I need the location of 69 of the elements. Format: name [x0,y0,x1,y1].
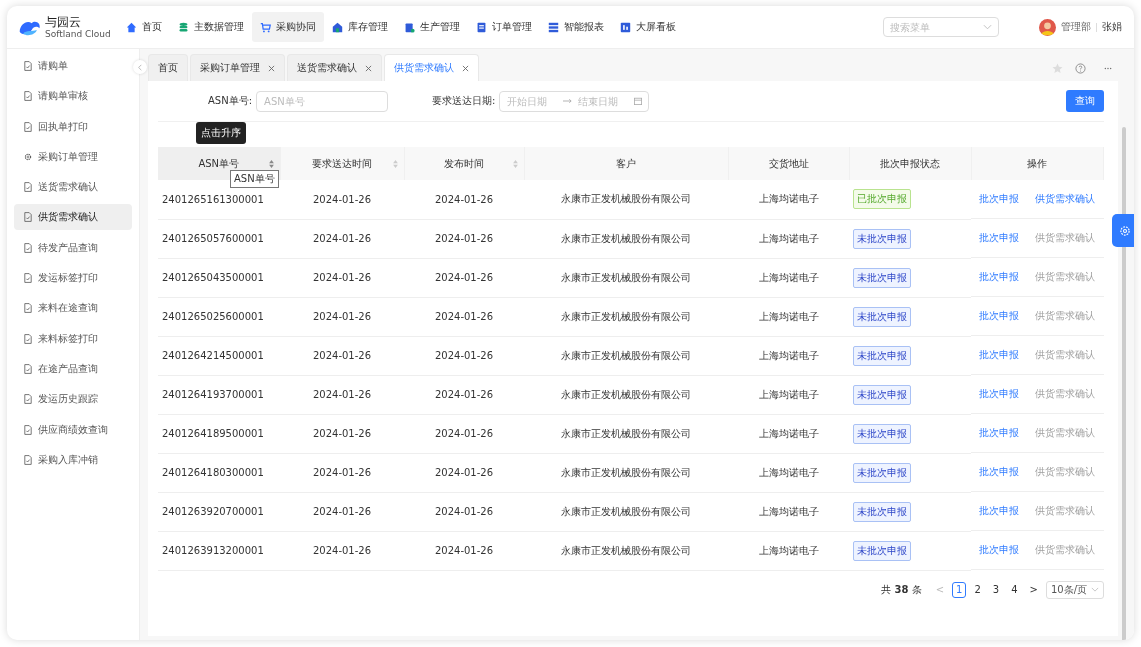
table-cell: 2401263913200001 [162,545,264,556]
table-cell: 2024-01-26 [434,193,494,205]
table-cell: 2024-01-26 [312,233,372,244]
field-label: ASN单号: [208,94,253,108]
table-cell: 2401263920700001 [162,506,264,517]
user-name: 张娟 [1102,20,1122,34]
table-cell: 2024-01-26 [434,272,494,283]
status-tag: 未批次申报 [853,384,911,405]
table-cell: 2024-01-26 [434,311,494,322]
table-cell: 2401265025600001 [162,311,264,322]
table-cell: 2024-01-26 [312,467,372,478]
table-cell: 上海均诺电子 [758,193,819,205]
table-cell: 2024-01-26 [312,545,372,556]
status-tag: 未批次申报 [853,345,911,366]
table-cell: 上海均诺电子 [758,427,819,439]
table-cell: 2024-01-26 [434,545,494,556]
tooltip: 点击升序 [196,122,246,144]
table-cell: 2024-01-26 [434,233,494,244]
table-cell: 2024-01-26 [434,428,494,439]
status-tag: 未批次申报 [853,306,911,327]
table-cell: 2401265161300001 [162,193,264,205]
logo-subtitle: Softland Cloud [45,28,111,39]
table-cell: 上海均诺电子 [758,271,819,283]
table-cell: 2024-01-26 [312,311,372,322]
table-cell: 永康市正发机械股份有限公司 [561,271,691,283]
table-cell: 永康市正发机械股份有限公司 [561,505,691,517]
table-cell: 上海均诺电子 [758,349,819,361]
status-tag: 未批次申报 [853,462,911,483]
table-cell: 2401264189500001 [162,428,264,439]
table-cell: 2024-01-26 [434,389,494,400]
table-cell: 上海均诺电子 [758,466,819,478]
table-cell: 2024-01-26 [312,193,372,205]
table-cell: 2024-01-26 [312,506,372,517]
table-cell: 上海均诺电子 [758,505,819,517]
tooltip: ASN单号 [230,170,279,188]
table-cell: 2024-01-26 [312,428,372,439]
table-cell: 上海均诺电子 [758,310,819,322]
total-count: 共 38 条 [881,582,922,597]
status-tag: 未批次申报 [853,540,911,561]
table-cell: 永康市正发机械股份有限公司 [561,310,691,322]
table-cell: 永康市正发机械股份有限公司 [561,466,691,478]
table-cell: 2401265057600001 [162,233,264,244]
status-tag: 未批次申报 [853,501,911,522]
table-cell: 永康市正发机械股份有限公司 [561,544,691,556]
table-cell: 2024-01-26 [312,350,372,361]
table-cell: 2401264180300001 [162,467,264,478]
table-cell: 2024-01-26 [434,467,494,478]
logo-name: 与园云 [45,15,82,29]
table-cell: 上海均诺电子 [758,388,819,400]
table-cell: 永康市正发机械股份有限公司 [561,427,691,439]
status-tag: 未批次申报 [853,423,911,444]
table-cell: 2024-01-26 [312,389,372,400]
table-cell: 2024-01-26 [312,272,372,283]
table-cell: 2024-01-26 [434,350,494,361]
table-cell: 2024-01-26 [434,506,494,517]
table-cell: 上海均诺电子 [758,544,819,556]
table-cell: 2401264214500001 [162,350,264,361]
table-cell: 永康市正发机械股份有限公司 [561,349,691,361]
field-label: 要求送达日期: [432,94,496,108]
status-tag: 未批次申报 [853,228,911,249]
table-cell: 2401265043500001 [162,272,264,283]
table-cell: 永康市正发机械股份有限公司 [561,388,691,400]
status-tag: 未批次申报 [853,267,911,288]
table-cell: 永康市正发机械股份有限公司 [561,232,691,244]
user-department: 管理部 [1061,20,1091,34]
table-cell: 上海均诺电子 [758,232,819,244]
table-cell: 永康市正发机械股份有限公司 [561,193,691,205]
status-tag: 已批次申报 [853,189,911,210]
table-cell: 2401264193700001 [162,389,264,400]
